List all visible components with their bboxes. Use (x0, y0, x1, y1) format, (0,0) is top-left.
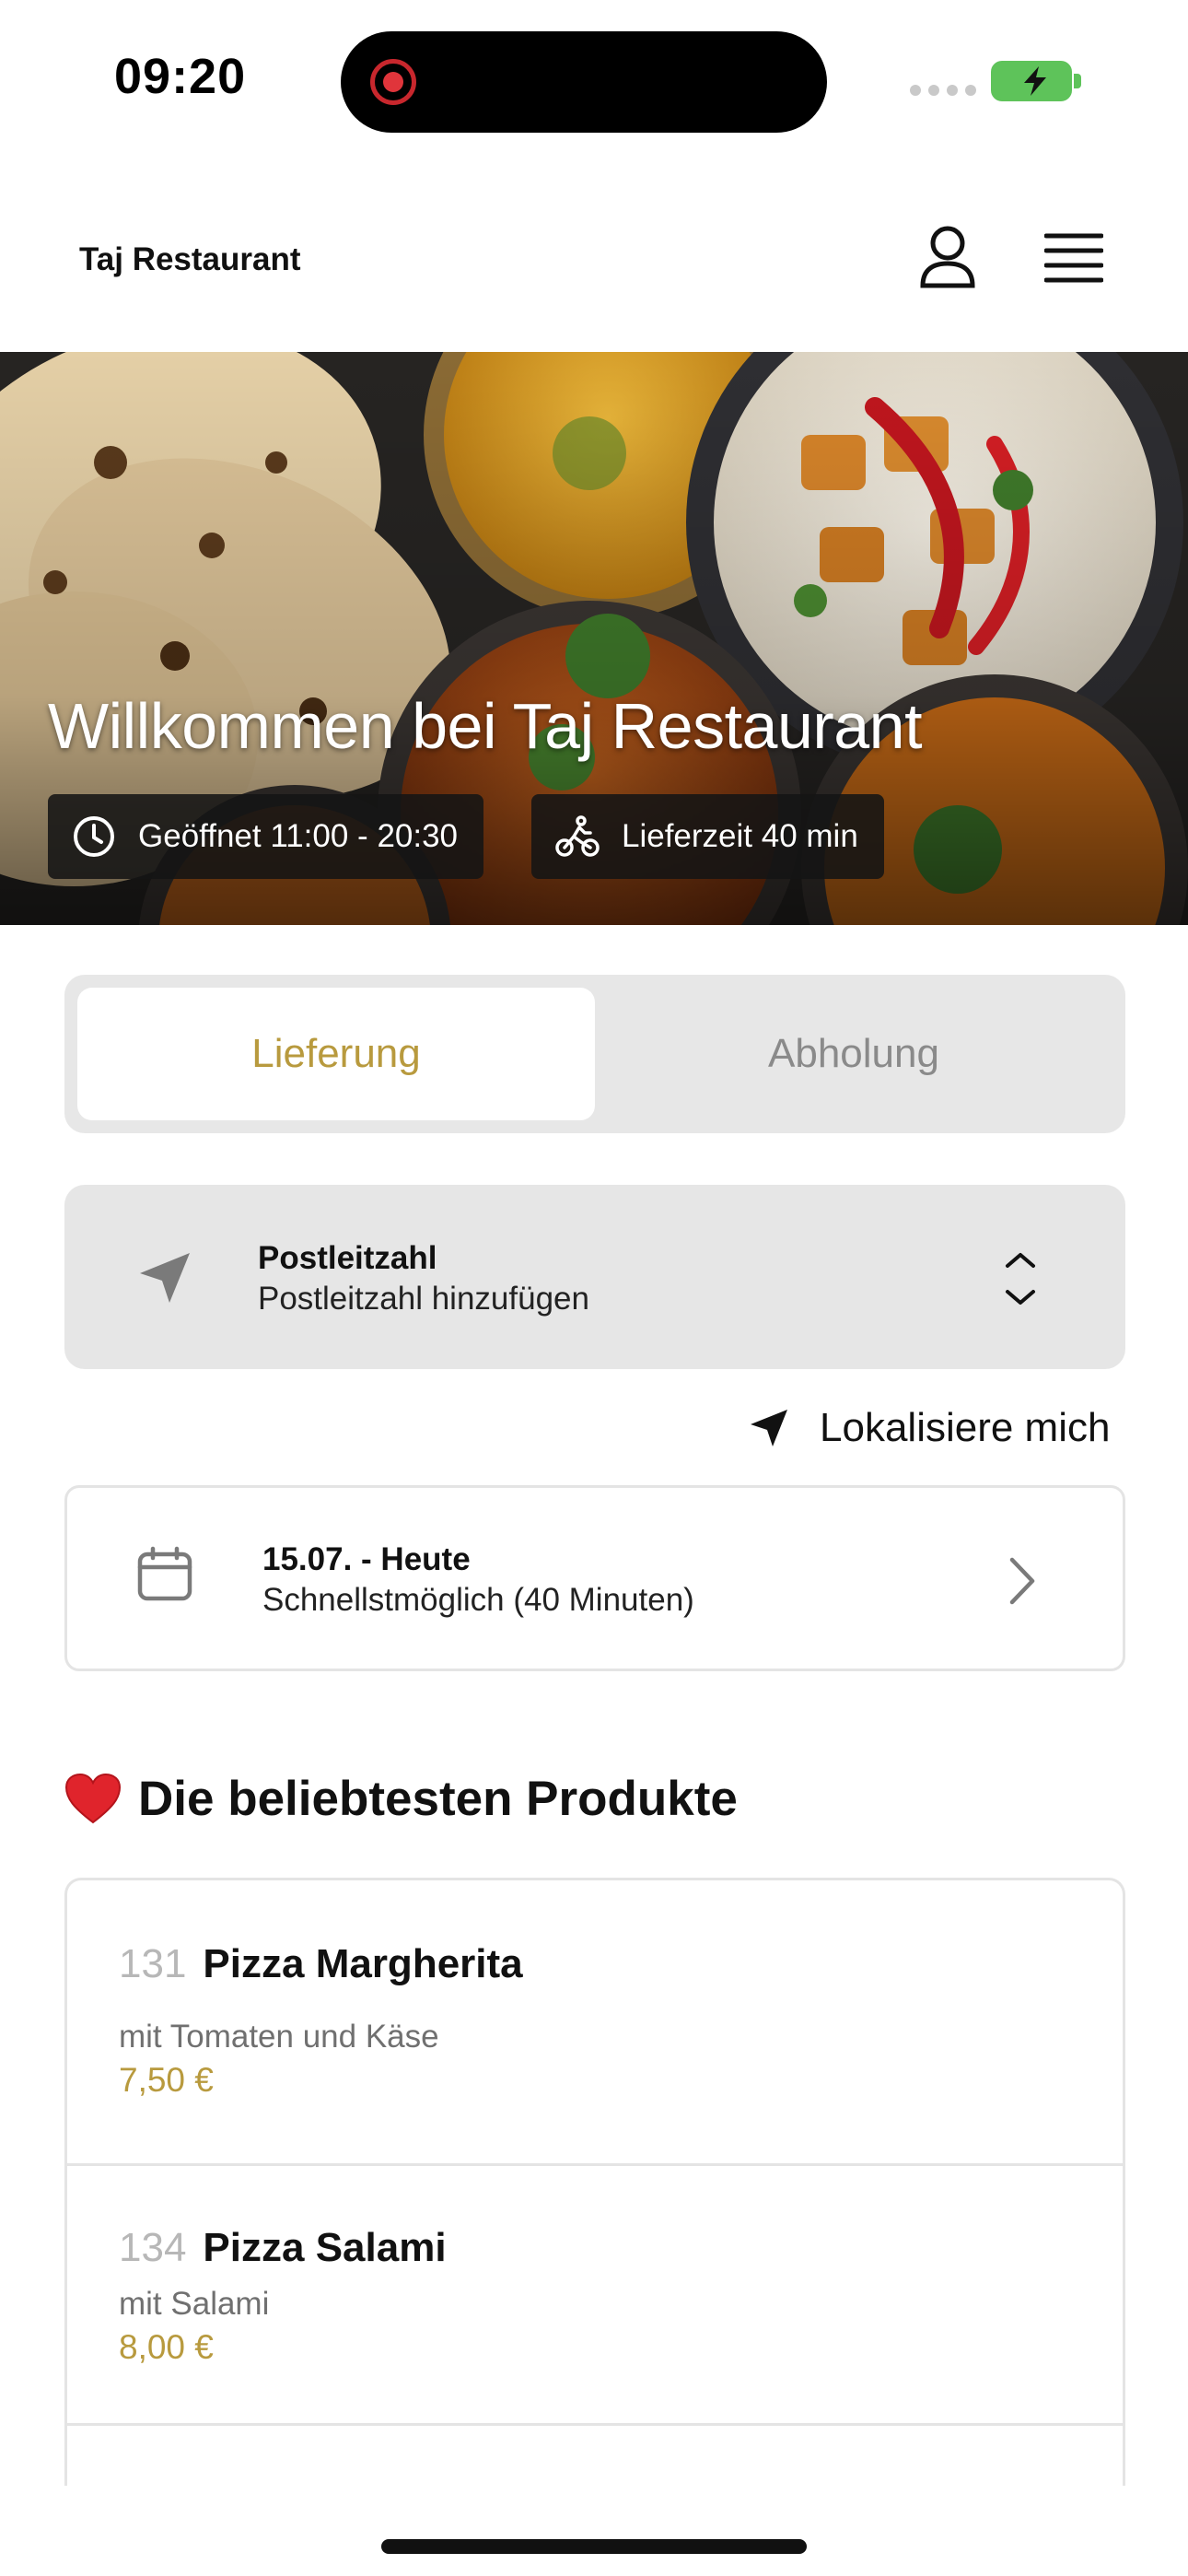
menu-icon[interactable] (1043, 232, 1104, 284)
battery-charging-icon (991, 61, 1072, 101)
screen-recording-icon (370, 59, 416, 105)
popular-products-title: Die beliebtesten Produkte (138, 1771, 738, 1826)
order-mode-switch: Lieferung Abholung (64, 975, 1125, 1133)
tab-delivery[interactable]: Lieferung (77, 988, 595, 1120)
delivery-time-label: Lieferzeit 40 min (622, 818, 858, 854)
delivery-date-title: 15.07. - Heute (262, 1541, 471, 1577)
opening-hours-chip: Geöffnet 11:00 - 20:30 (48, 794, 484, 879)
locate-me-label: Lokalisiere mich (820, 1405, 1111, 1450)
delivery-time-chip: Lieferzeit 40 min (531, 794, 884, 879)
clock-icon (74, 816, 114, 857)
popular-products-list: 131 Pizza Margherita mit Tomaten und Käs… (64, 1878, 1125, 2486)
product-number: 134 (119, 2225, 187, 2270)
signal-icon (910, 85, 976, 96)
heart-icon (64, 1773, 122, 1824)
dynamic-island (341, 31, 827, 133)
product-item[interactable]: 131 Pizza Margherita mit Tomaten und Käs… (67, 1880, 1123, 2166)
hero-title: Willkommen bei Taj Restaurant (48, 690, 923, 762)
opening-hours-label: Geöffnet 11:00 - 20:30 (138, 818, 459, 854)
status-bar: 09:20 (0, 0, 1188, 157)
delivery-date-subtitle: Schnellstmöglich (40 Minuten) (262, 1582, 694, 1618)
product-name: Pizza Margherita (203, 1941, 523, 1986)
postal-code-label: Postleitzahl (258, 1240, 437, 1276)
postal-code-placeholder: Postleitzahl hinzufügen (258, 1281, 589, 1317)
chevron-up-down-icon (1006, 1253, 1035, 1305)
delivery-date-selector[interactable]: 15.07. - Heute Schnellstmöglich (40 Minu… (64, 1485, 1125, 1671)
product-name: Pizza Salami (203, 2225, 447, 2270)
postal-code-select[interactable]: Postleitzahl Postleitzahl hinzufügen (64, 1185, 1125, 1369)
popular-products-heading: Die beliebtesten Produkte (64, 1769, 738, 1828)
app-title[interactable]: Taj Restaurant (79, 241, 301, 278)
account-icon[interactable] (917, 225, 978, 289)
home-indicator[interactable] (381, 2539, 807, 2554)
product-header: 131 Pizza Margherita (119, 1941, 523, 1987)
product-description: mit Salami (119, 2286, 270, 2322)
tab-pickup[interactable]: Abholung (595, 988, 1112, 1120)
bicycle-icon (555, 815, 600, 857)
battery-cap (1074, 74, 1081, 88)
hero-banner: Willkommen bei Taj Restaurant Geöffnet 1… (0, 352, 1188, 925)
status-time: 09:20 (114, 49, 247, 104)
app-header: Taj Restaurant (0, 184, 1188, 350)
product-header: 134 Pizza Salami (119, 2225, 447, 2271)
locate-me-button[interactable]: Lokalisiere mich (748, 1400, 1110, 1456)
product-item[interactable] (67, 2426, 1123, 2486)
product-description: mit Tomaten und Käse (119, 2019, 439, 2055)
location-arrow-icon (140, 1253, 190, 1303)
chevron-right-icon (1009, 1557, 1035, 1605)
location-arrow-icon (751, 1410, 787, 1446)
product-price: 7,50 € (119, 2061, 214, 2099)
product-item[interactable]: 134 Pizza Salami mit Salami 8,00 € (67, 2166, 1123, 2426)
product-number: 131 (119, 1941, 187, 1986)
product-price: 8,00 € (119, 2328, 214, 2366)
calendar-icon (137, 1546, 192, 1601)
